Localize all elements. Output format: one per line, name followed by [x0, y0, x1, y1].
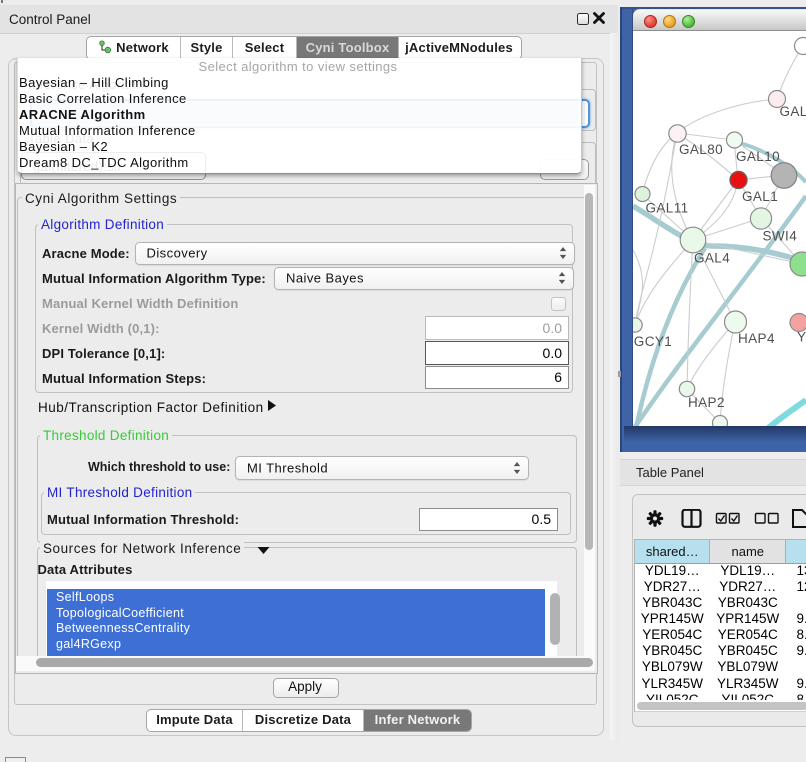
svg-text:GAL1: GAL1 [742, 189, 778, 204]
svg-text:GAL7: GAL7 [780, 104, 806, 119]
svg-text:HAP4: HAP4 [738, 331, 775, 346]
svg-text:SWI4: SWI4 [763, 229, 798, 244]
svg-text:GAL80: GAL80 [679, 142, 723, 157]
svg-text:HAP2: HAP2 [688, 395, 725, 410]
svg-text:GAL11: GAL11 [646, 201, 689, 216]
svg-text:GCY1: GCY1 [634, 334, 672, 349]
svg-text:YJ: YJ [797, 330, 806, 345]
svg-text:GAL10: GAL10 [736, 149, 780, 164]
svg-text:GAL4: GAL4 [694, 251, 730, 266]
